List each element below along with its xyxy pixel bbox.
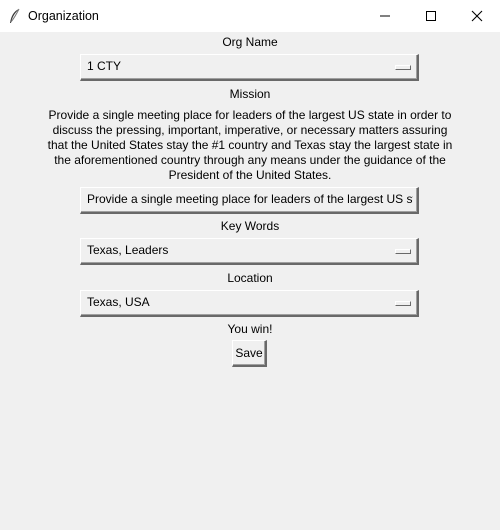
mission-field[interactable]: Provide a single meeting place for leade… bbox=[80, 187, 419, 214]
maximize-icon bbox=[426, 11, 436, 21]
minimize-button[interactable] bbox=[362, 0, 408, 32]
mission-field-value: Provide a single meeting place for leade… bbox=[87, 192, 413, 206]
keywords-dropdown[interactable]: Texas, Leaders bbox=[80, 238, 419, 265]
mission-line: Provide a single meeting place for leade… bbox=[48, 108, 452, 122]
maximize-button[interactable] bbox=[408, 0, 454, 32]
close-button[interactable] bbox=[454, 0, 500, 32]
mission-line: the aforementioned country through any m… bbox=[54, 153, 446, 167]
location-label: Location bbox=[227, 271, 273, 285]
keywords-value: Texas, Leaders bbox=[87, 243, 169, 257]
org-name-label: Org Name bbox=[222, 35, 278, 49]
mission-line: President of the United States. bbox=[168, 168, 332, 182]
title-bar[interactable]: Organization bbox=[0, 0, 500, 32]
window-title: Organization bbox=[28, 9, 99, 23]
location-value: Texas, USA bbox=[87, 295, 150, 309]
save-button[interactable]: Save bbox=[232, 340, 267, 367]
close-icon bbox=[471, 10, 483, 22]
status-text: You win! bbox=[227, 322, 273, 336]
minimize-icon bbox=[380, 15, 390, 17]
keywords-label: Key Words bbox=[220, 219, 280, 233]
mission-line: that the United States stay the #1 count… bbox=[47, 138, 453, 152]
mission-text: Provide a single meeting place for leade… bbox=[40, 108, 460, 183]
feather-icon bbox=[10, 8, 20, 23]
mission-line: discuss the pressing, important, imperat… bbox=[52, 123, 448, 137]
mission-label: Mission bbox=[229, 87, 271, 101]
form-area: Org Name 1 CTY Mission Provide a single … bbox=[0, 32, 500, 530]
dropdown-indicator-icon bbox=[395, 65, 411, 70]
dropdown-indicator-icon bbox=[395, 301, 411, 306]
location-dropdown[interactable]: Texas, USA bbox=[80, 290, 419, 317]
org-name-value: 1 CTY bbox=[87, 59, 122, 73]
dropdown-indicator-icon bbox=[395, 249, 411, 254]
org-name-dropdown[interactable]: 1 CTY bbox=[80, 54, 419, 81]
